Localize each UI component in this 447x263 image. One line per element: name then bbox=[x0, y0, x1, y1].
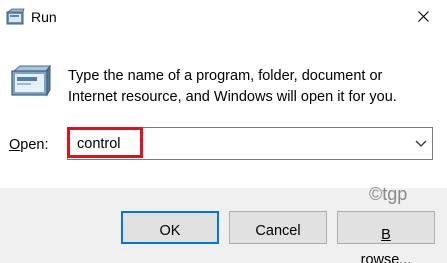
browse-mnemonic: B bbox=[381, 227, 391, 243]
open-input-value[interactable]: control bbox=[77, 135, 121, 153]
run-icon bbox=[11, 65, 52, 97]
description-line-2: Internet resource, and Windows will open… bbox=[68, 89, 397, 105]
watermark: ©tgp bbox=[369, 184, 408, 204]
close-icon bbox=[418, 11, 429, 22]
browse-rest: rowse... bbox=[360, 252, 412, 263]
cancel-button[interactable]: Cancel bbox=[229, 211, 327, 244]
title-bar[interactable]: Run bbox=[0, 0, 447, 36]
description-line-1: Type the name of a program, folder, docu… bbox=[68, 68, 383, 84]
run-app-icon bbox=[6, 8, 25, 25]
ok-button-label: OK bbox=[159, 222, 181, 239]
cancel-button-label: Cancel bbox=[255, 223, 301, 239]
open-label-text: pen: bbox=[20, 137, 49, 153]
run-dialog: Run Type the name of a program, folder, … bbox=[0, 0, 447, 263]
window-title: Run bbox=[31, 9, 57, 25]
browse-button[interactable]: Browse... bbox=[337, 211, 435, 263]
chevron-down-icon[interactable] bbox=[414, 136, 428, 150]
open-label-mnemonic: O bbox=[9, 137, 21, 153]
close-button[interactable] bbox=[400, 0, 447, 34]
browse-button-label: Browse... bbox=[338, 212, 434, 263]
dialog-description: Type the name of a program, folder, docu… bbox=[68, 66, 428, 108]
open-label: Open: bbox=[9, 136, 49, 154]
open-combobox[interactable]: control bbox=[67, 127, 433, 160]
ok-button[interactable]: OK bbox=[121, 211, 219, 244]
